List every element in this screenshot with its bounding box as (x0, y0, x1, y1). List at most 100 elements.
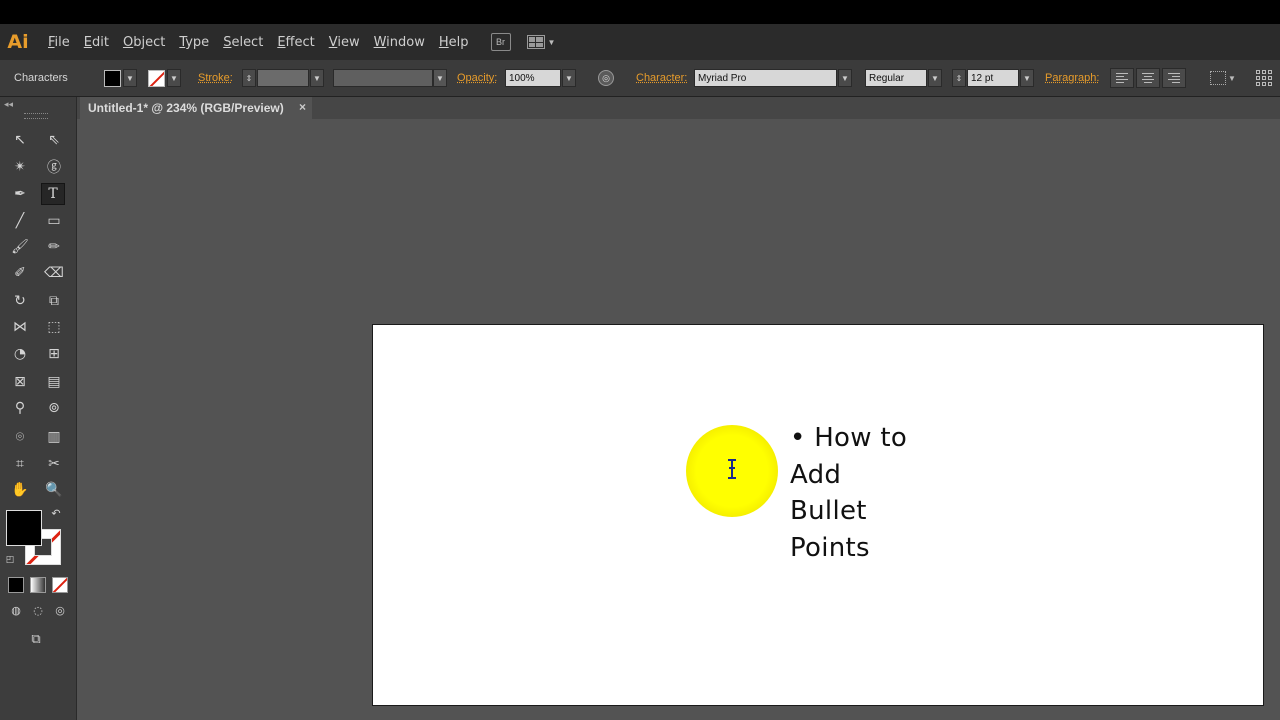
draw-normal-icon[interactable]: ◍ (6, 601, 26, 619)
draw-behind-icon[interactable]: ◌ (28, 601, 48, 619)
font-family-control[interactable]: Myriad Pro ▼ (694, 60, 852, 96)
recolor-icon: ◎ (598, 70, 614, 86)
lasso-tool-icon[interactable]: ⓖ (42, 156, 66, 178)
menu-object[interactable]: Object (123, 35, 165, 50)
artboard-tool-icon[interactable]: ⌗ (8, 453, 32, 475)
font-style-control[interactable]: Regular ▼ (865, 60, 942, 96)
font-size-control[interactable]: ⇕ 12 pt ▼ (952, 60, 1034, 96)
bridge-icon[interactable]: Br (490, 33, 511, 51)
font-size-field[interactable]: 12 pt (967, 69, 1019, 87)
direct-selection-tool-icon[interactable]: ⇖ (42, 129, 66, 151)
paragraph-label[interactable]: Paragraph: (1045, 60, 1099, 96)
text-frame[interactable]: • How to Add Bullet Points (790, 420, 907, 566)
variable-width-field[interactable] (333, 69, 433, 87)
transform-options-button[interactable]: ▼ (1210, 60, 1236, 96)
text-line: Points (790, 532, 870, 563)
menu-type[interactable]: Type (179, 35, 209, 50)
control-panel-menu-button[interactable] (1256, 60, 1272, 96)
draw-inside-icon[interactable]: ◎ (50, 601, 70, 619)
menu-help[interactable]: Help (439, 35, 469, 50)
stroke-weight-stepper[interactable]: ⇕ (242, 69, 256, 87)
character-label[interactable]: Character: (636, 60, 687, 96)
text-line: • How to (790, 423, 908, 453)
fill-swatch-control[interactable]: ▼ (104, 60, 137, 96)
mesh-tool-icon[interactable]: ⊠ (8, 371, 32, 393)
stroke-swatch-control[interactable]: ▼ (148, 60, 181, 96)
panel-label: Characters (14, 72, 68, 84)
line-segment-tool-icon[interactable]: ╱ (8, 210, 32, 232)
stroke-weight-dropdown[interactable]: ▼ (310, 69, 324, 87)
fill-swatch[interactable] (104, 69, 121, 87)
type-tool-icon[interactable]: T (41, 183, 65, 205)
stroke-weight-field[interactable] (257, 69, 309, 87)
menu-select[interactable]: Select (223, 35, 263, 50)
menu-window[interactable]: Window (374, 35, 425, 50)
selection-tool-icon[interactable]: ↖ (8, 129, 32, 151)
opacity-control[interactable]: 100% ▼ (505, 60, 576, 96)
menu-file[interactable]: File (48, 35, 70, 50)
pen-tool-icon[interactable]: ✒ (8, 183, 32, 205)
pencil-tool-icon[interactable]: ✏ (42, 236, 66, 258)
align-center-button[interactable] (1136, 68, 1160, 88)
magic-wand-tool-icon[interactable]: ✴ (8, 156, 32, 178)
document-tab-title: Untitled-1* @ 234% (RGB/Preview) (88, 101, 284, 115)
swap-fill-stroke-icon[interactable]: ↶ (46, 505, 66, 521)
width-tool-icon[interactable]: ⋈ (8, 316, 32, 338)
eyedropper-tool-icon[interactable]: ⚲ (8, 397, 32, 419)
menu-effect[interactable]: Effect (277, 35, 314, 50)
panel-menu-icon (1256, 70, 1272, 86)
top-black-strip (0, 0, 1280, 24)
rotate-tool-icon[interactable]: ↻ (8, 290, 32, 312)
eraser-tool-icon[interactable]: ⌫ (42, 262, 66, 284)
default-fill-stroke-icon[interactable]: ◰ (2, 552, 18, 568)
align-right-button[interactable] (1162, 68, 1186, 88)
font-family-dropdown[interactable]: ▼ (838, 69, 852, 87)
font-style-field[interactable]: Regular (865, 69, 927, 87)
rectangle-tool-icon[interactable]: ▭ (42, 210, 66, 232)
change-screen-mode-icon[interactable]: ⧉ (24, 629, 48, 649)
opacity-field[interactable]: 100% (505, 69, 561, 87)
font-size-stepper[interactable]: ⇕ (952, 69, 966, 87)
font-size-dropdown[interactable]: ▼ (1020, 69, 1034, 87)
variable-width-dropdown[interactable]: ▼ (433, 69, 447, 87)
stroke-dropdown-arrow[interactable]: ▼ (167, 69, 181, 87)
close-icon[interactable]: × (299, 100, 306, 114)
chevron-down-icon: ▼ (1228, 73, 1236, 83)
gradient-mode-button[interactable] (30, 577, 46, 593)
column-graph-tool-icon[interactable]: ▥ (42, 426, 66, 448)
document-tab[interactable]: Untitled-1* @ 234% (RGB/Preview) × (80, 97, 312, 119)
free-transform-tool-icon[interactable]: ⬚ (42, 316, 66, 338)
symbol-sprayer-tool-icon[interactable]: ⌾ (8, 426, 32, 448)
font-family-field[interactable]: Myriad Pro (694, 69, 837, 87)
collapse-panel-icon[interactable]: ◂◂ (4, 99, 13, 110)
menu-view[interactable]: View (329, 35, 360, 50)
none-mode-button[interactable] (52, 577, 68, 593)
recolor-artwork-button[interactable]: ◎ (598, 60, 614, 96)
fill-color-box[interactable] (6, 510, 42, 546)
stroke-none-swatch[interactable] (148, 69, 165, 87)
opacity-label[interactable]: Opacity: (457, 60, 497, 96)
zoom-tool-icon[interactable]: 🔍 (42, 479, 66, 501)
gradient-tool-icon[interactable]: ▤ (42, 371, 66, 393)
opacity-dropdown[interactable]: ▼ (562, 69, 576, 87)
align-left-button[interactable] (1110, 68, 1134, 88)
fill-dropdown-arrow[interactable]: ▼ (123, 69, 137, 87)
blend-tool-icon[interactable]: ⊚ (42, 397, 66, 419)
menu-bar: Ai File Edit Object Type Select Effect V… (0, 24, 1280, 60)
color-mode-button[interactable] (8, 577, 24, 593)
variable-width-control[interactable]: ▼ (333, 60, 447, 96)
blob-brush-tool-icon[interactable]: ✐ (8, 262, 32, 284)
i-beam-cursor-icon (728, 459, 736, 479)
stroke-label[interactable]: Stroke: (198, 60, 233, 96)
shape-builder-tool-icon[interactable]: ◔ (8, 343, 32, 365)
stroke-weight-control[interactable]: ⇕ ▼ (242, 60, 324, 96)
hand-tool-icon[interactable]: ✋ (8, 479, 32, 501)
panel-grip[interactable] (24, 113, 48, 119)
perspective-grid-tool-icon[interactable]: ⊞ (42, 343, 66, 365)
paintbrush-tool-icon[interactable]: 🖌 (8, 236, 32, 258)
font-style-dropdown[interactable]: ▼ (928, 69, 942, 87)
arrange-documents-button[interactable]: ▼ (526, 35, 555, 49)
scale-tool-icon[interactable]: ⧉ (42, 290, 66, 312)
menu-edit[interactable]: Edit (84, 35, 109, 50)
slice-tool-icon[interactable]: ✂ (42, 453, 66, 475)
